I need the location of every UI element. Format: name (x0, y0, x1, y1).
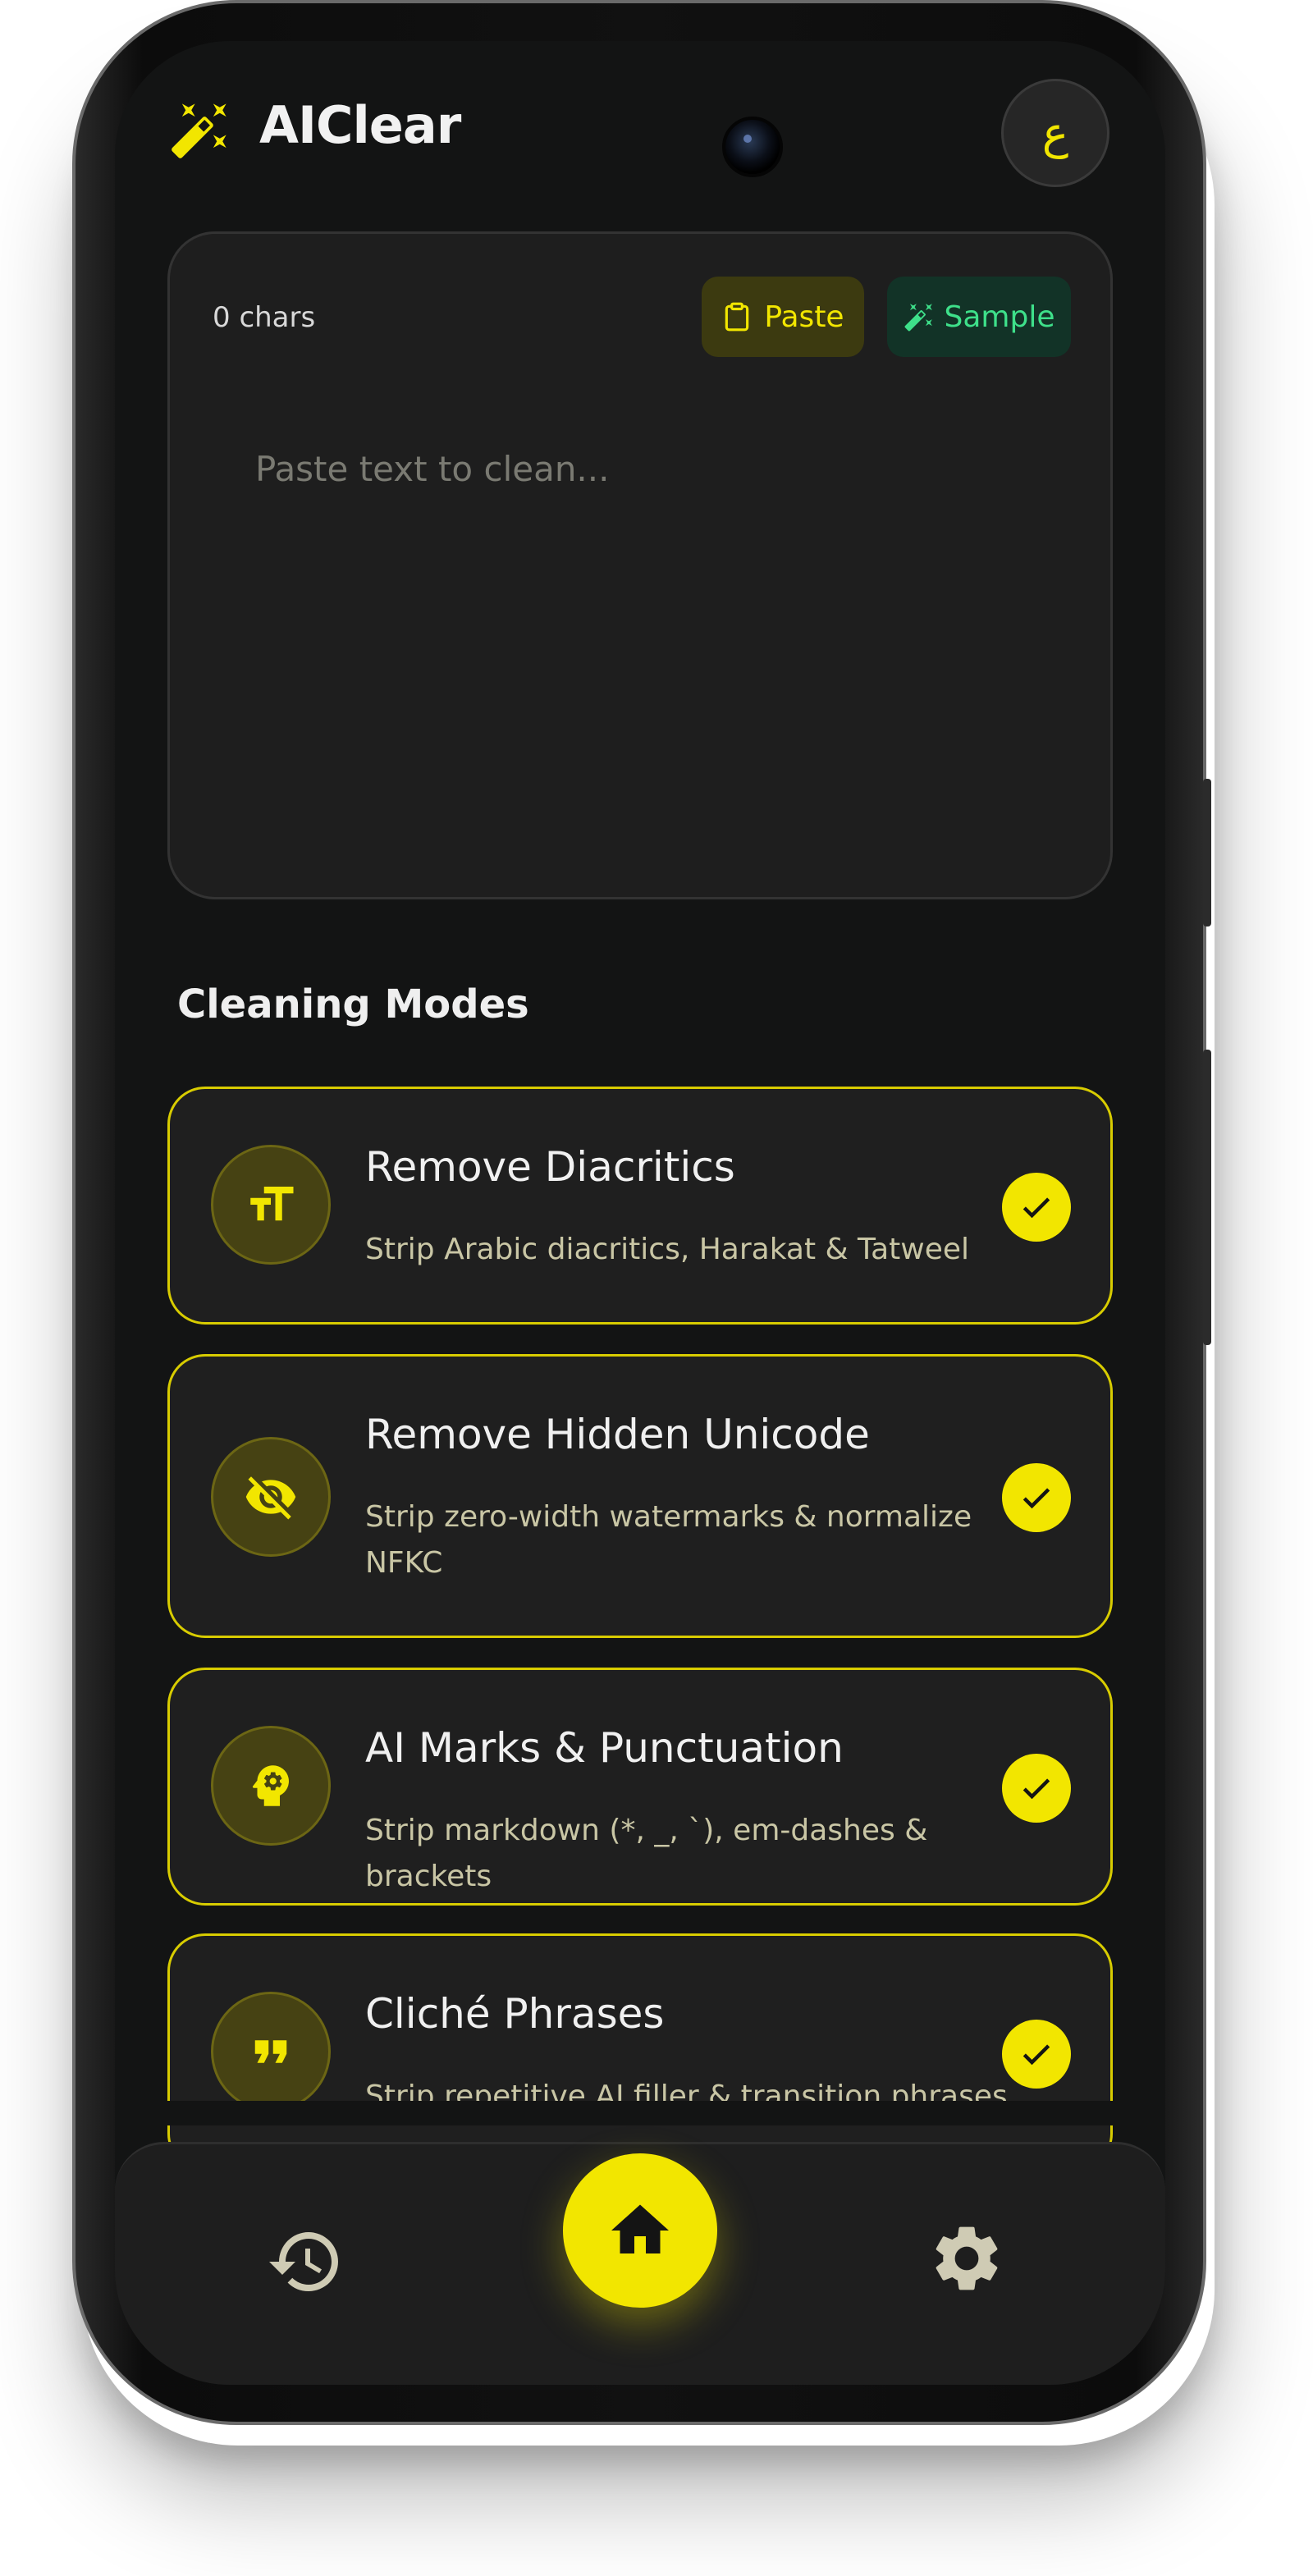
eye-off-icon (211, 1437, 331, 1557)
front-camera (722, 117, 783, 177)
quote-icon (211, 1992, 331, 2112)
mode-card-remove-diacritics[interactable]: Remove Diacritics Strip Arabic diacritic… (167, 1087, 1113, 1325)
check-icon[interactable] (1002, 1754, 1071, 1823)
mode-description: Strip Arabic diacritics, Harakat & Tatwe… (365, 1233, 969, 1266)
check-icon[interactable] (1002, 2020, 1071, 2089)
paste-label: Paste (764, 300, 844, 334)
char-counter: 0 chars (213, 301, 316, 334)
text-input-card: 0 chars Paste Sample (167, 231, 1113, 899)
mode-title: Cliché Phrases (365, 1990, 665, 2038)
mode-card-cliche-phrases[interactable]: Cliché Phrases Strip repetitive AI fille… (167, 1933, 1113, 2171)
magic-wand-icon (172, 103, 226, 158)
power-button (1203, 1050, 1211, 1345)
volume-button (1203, 779, 1211, 927)
home-button[interactable] (563, 2153, 717, 2308)
paste-button[interactable]: Paste (702, 277, 864, 357)
mode-description: Strip markdown (*, _, `), em-dashes & br… (365, 1814, 928, 1893)
text-size-icon (211, 1145, 331, 1265)
settings-icon[interactable] (927, 2219, 1006, 2298)
section-title: Cleaning Modes (177, 981, 529, 1027)
app-screen: AIClear ع 0 chars Paste Sample Cleaning … (115, 41, 1165, 2385)
check-icon[interactable] (1002, 1463, 1071, 1532)
text-input[interactable] (255, 449, 1043, 843)
list-divider (115, 2101, 1165, 2125)
app-title: AIClear (259, 95, 461, 155)
mode-title: Remove Hidden Unicode (365, 1411, 870, 1458)
sample-label: Sample (944, 300, 1055, 334)
mode-card-ai-marks[interactable]: AI Marks & Punctuation Strip markdown (*… (167, 1668, 1113, 1906)
mode-card-remove-hidden-unicode[interactable]: Remove Hidden Unicode Strip zero-width w… (167, 1354, 1113, 1638)
home-icon (611, 2204, 669, 2253)
check-icon[interactable] (1002, 1173, 1071, 1242)
magic-wand-icon (904, 304, 932, 332)
history-icon[interactable] (266, 2222, 345, 2301)
mode-title: Remove Diacritics (365, 1143, 735, 1191)
mode-title: AI Marks & Punctuation (365, 1724, 844, 1772)
mode-description: Strip zero-width watermarks & normalize … (365, 1500, 972, 1580)
psychology-head-icon (211, 1726, 331, 1846)
language-toggle-button[interactable]: ع (1001, 79, 1109, 187)
clipboard-icon (725, 302, 749, 332)
sample-button[interactable]: Sample (887, 277, 1071, 357)
